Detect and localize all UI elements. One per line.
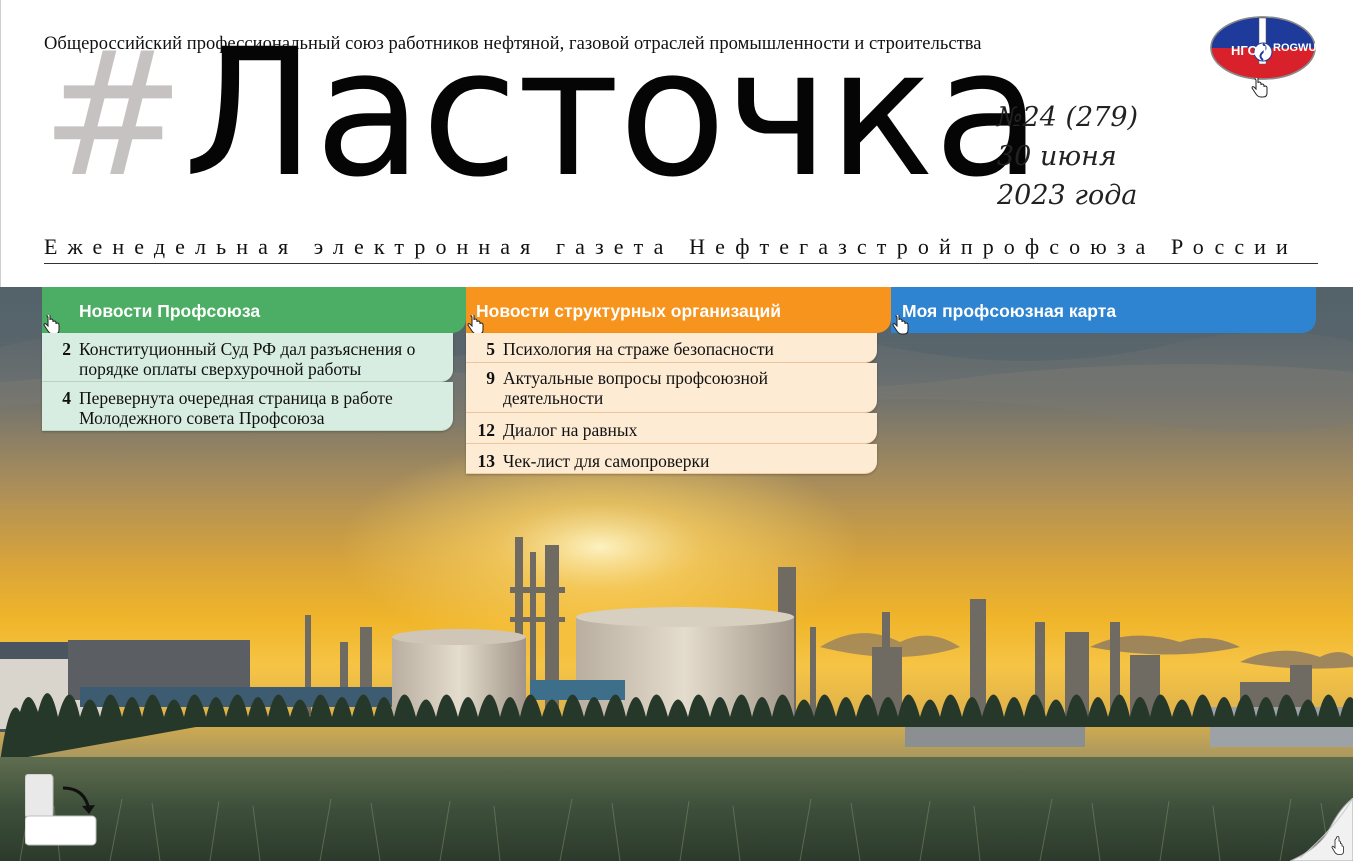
news-title: Конституционный Суд РФ дал разъяснения о… — [79, 339, 416, 379]
page-number: 13 — [477, 451, 496, 471]
page-number: 4 — [62, 388, 71, 408]
tagline: Еженедельная электронная газета Нефтегаз… — [44, 234, 1318, 264]
issue-year: 2023 года — [997, 180, 1138, 211]
page-number: 2 — [62, 339, 71, 359]
hand-cursor-icon — [43, 315, 60, 335]
news-title: Актуальные вопросы профсоюзной деятельно… — [503, 368, 769, 408]
issue-info: №24 (279) 30 июня 2023 года — [997, 98, 1138, 215]
title-name: Ласточка — [183, 11, 1041, 216]
logo-left-text: НГСП — [1231, 43, 1266, 58]
news-title: Психология на страже безопасности — [503, 339, 774, 359]
issue-day: 30 июня — [997, 141, 1117, 172]
news-title: Перевернута очередная страница в работе … — [79, 388, 393, 428]
tab-union-news[interactable]: Новости Профсоюза — [42, 287, 466, 333]
list-item-org-news-3[interactable]: 12 Диалог на равных — [466, 413, 877, 444]
page-curl-icon — [1289, 797, 1353, 862]
title-hash: # — [41, 14, 185, 215]
newspaper-title: #Ласточка — [41, 26, 1041, 226]
list-item-org-news-1[interactable]: 5 Психология на страже безопасности — [466, 333, 877, 363]
page-number: 12 — [477, 420, 496, 440]
tab-union-card[interactable]: Моя профсоюзная карта — [891, 287, 1316, 333]
page-curl-button[interactable] — [1289, 797, 1353, 862]
list-item-org-news-4[interactable]: 13 Чек-лист для самопроверки — [466, 444, 877, 474]
issue-number: №24 (279) — [997, 102, 1139, 133]
list-item-union-news-2[interactable]: 4 Перевернута очередная страница в работ… — [42, 382, 453, 431]
rotate-button[interactable] — [24, 773, 97, 846]
tab-org-news[interactable]: Новости структурных организаций — [466, 287, 891, 333]
list-item-org-news-2[interactable]: 9 Актуальные вопросы профсоюзной деятель… — [466, 363, 877, 413]
news-title: Диалог на равных — [503, 420, 638, 440]
newspaper-header: Общероссийский профессиональный союз раб… — [0, 0, 1353, 287]
hand-cursor-icon — [467, 315, 484, 335]
page-number: 5 — [486, 339, 495, 359]
news-title: Чек-лист для самопроверки — [503, 451, 710, 471]
union-logo[interactable]: НГСП ROGWU — [1209, 15, 1317, 81]
logo-right-text: ROGWU — [1273, 42, 1316, 54]
hand-cursor-icon — [892, 315, 909, 335]
rotate-icon — [24, 773, 97, 846]
list-item-union-news-1[interactable]: 2 Конституционный Суд РФ дал разъяснения… — [42, 333, 453, 382]
hand-cursor-icon — [1251, 78, 1268, 98]
page-number: 9 — [486, 368, 495, 388]
